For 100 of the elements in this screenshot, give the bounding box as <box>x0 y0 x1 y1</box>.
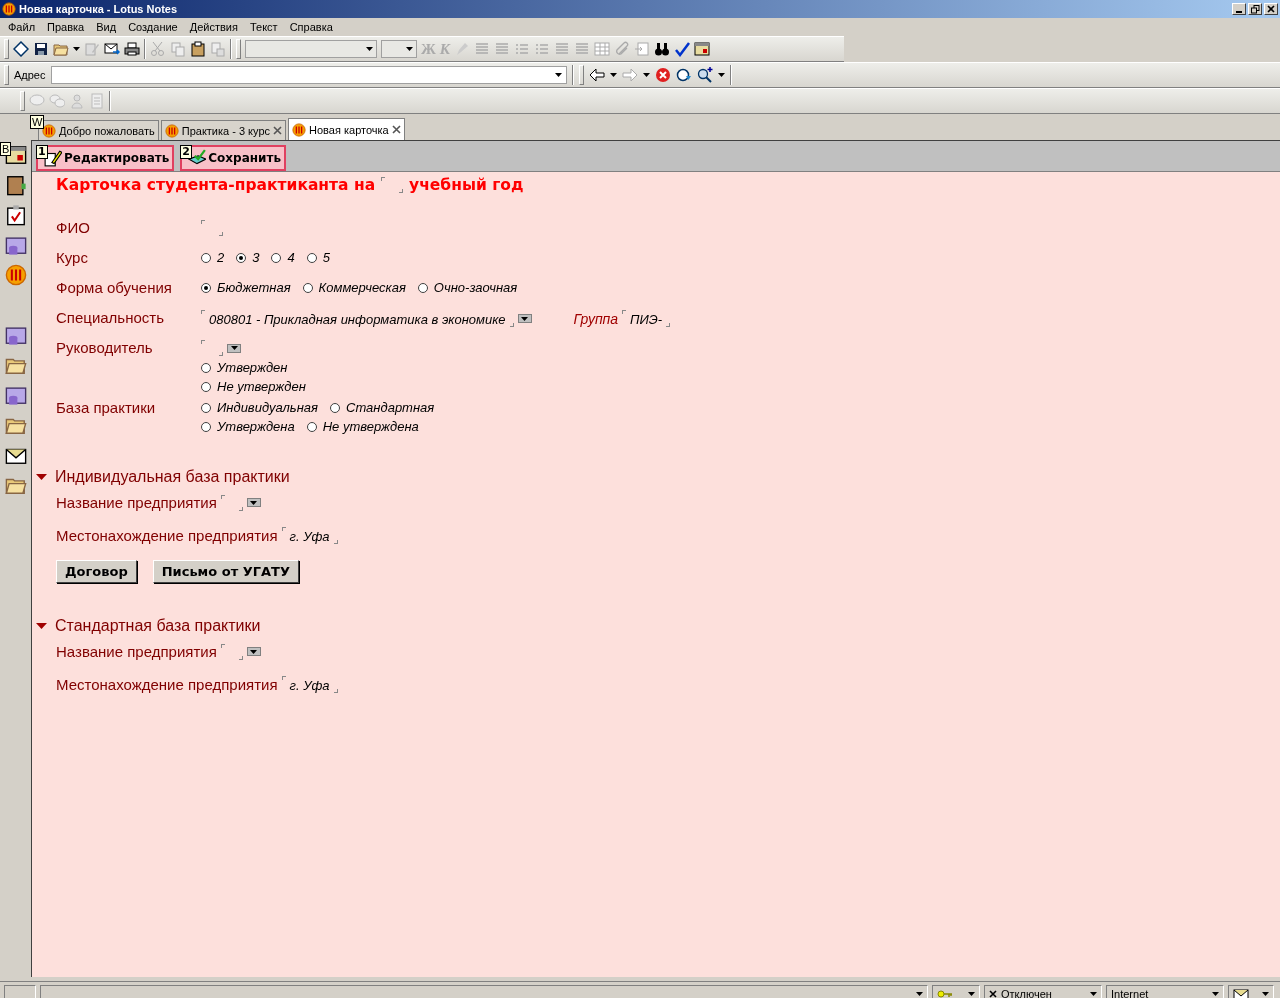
radio-button[interactable] <box>201 282 211 293</box>
menu-item[interactable]: Файл <box>2 21 42 33</box>
mail-icon[interactable] <box>104 41 120 57</box>
close-icon <box>1267 5 1275 13</box>
input-field[interactable]: ПИЭ- <box>622 310 671 327</box>
caret-icon[interactable] <box>250 649 258 654</box>
calendar-icon[interactable] <box>4 144 27 166</box>
form-title: учебный год <box>409 176 524 194</box>
refresh-icon[interactable] <box>675 67 692 83</box>
expanded-triangle-icon[interactable] <box>36 622 47 630</box>
form-button[interactable]: Письмо от УГАТУ <box>152 560 299 583</box>
book-icon[interactable] <box>4 174 27 196</box>
radio-button[interactable] <box>201 402 211 413</box>
radio-button[interactable] <box>417 282 428 293</box>
printer-icon[interactable] <box>124 41 140 57</box>
folder-icon[interactable] <box>53 41 69 57</box>
caret-icon[interactable] <box>554 73 562 77</box>
close-button[interactable] <box>1264 3 1278 15</box>
option-label: Коммерческая <box>318 280 406 295</box>
dropdown-button[interactable] <box>517 314 532 323</box>
paperclip-icon[interactable] <box>614 41 631 57</box>
magnifier-icon[interactable] <box>696 67 713 83</box>
size-combo[interactable] <box>381 40 417 58</box>
address-field[interactable] <box>50 66 567 84</box>
input-field[interactable]: 080801 - Прикладная информатика в экономике <box>201 310 514 327</box>
menu-item[interactable]: Создание <box>122 21 184 33</box>
option-label: Не утвержден <box>217 379 306 394</box>
caret-icon[interactable] <box>916 992 923 996</box>
hotkey-badge: W <box>30 115 45 129</box>
option-label: 4 <box>287 250 295 265</box>
dropdown-button[interactable] <box>246 498 261 507</box>
book-check-icon[interactable] <box>188 149 207 167</box>
caret-icon[interactable] <box>521 316 529 321</box>
location-status: Internet <box>1111 988 1149 998</box>
hotkey-badge: 1 <box>36 145 48 159</box>
menu-item[interactable]: Правка <box>41 21 91 33</box>
connection-panel[interactable]: Отключен <box>984 985 1102 998</box>
location-panel[interactable]: Internet <box>1106 985 1224 998</box>
menu-item[interactable]: Вид <box>90 21 123 33</box>
radio-button[interactable] <box>201 421 211 432</box>
radio-button[interactable] <box>306 421 317 432</box>
minimize-button[interactable] <box>1232 3 1246 15</box>
form-button[interactable]: Договор <box>56 560 137 583</box>
database-icon[interactable] <box>4 234 27 256</box>
option-label: 3 <box>252 250 260 265</box>
section-title[interactable]: Стандартная база практики <box>55 617 261 635</box>
caret-icon[interactable] <box>406 47 413 51</box>
save-icon[interactable] <box>33 41 49 57</box>
caret-icon[interactable] <box>1212 992 1219 996</box>
radio-button[interactable] <box>201 252 211 263</box>
option-label: Утвержден <box>217 360 288 375</box>
menu-item[interactable]: Текст <box>243 21 284 33</box>
diamond-icon[interactable] <box>13 41 29 57</box>
caret-icon[interactable] <box>1262 992 1269 996</box>
action-button[interactable]: 2 Сохранить <box>180 145 287 171</box>
database-icon[interactable] <box>4 324 27 346</box>
restore-button[interactable] <box>1248 3 1262 15</box>
connection-status: Отключен <box>1001 988 1052 998</box>
tab[interactable]: Практика - 3 курс <box>160 120 287 140</box>
radio-button[interactable] <box>306 252 317 263</box>
menu-item[interactable]: Справка <box>283 21 339 33</box>
caret-icon[interactable] <box>250 500 258 505</box>
radio-button[interactable] <box>302 282 313 293</box>
stop-icon[interactable] <box>654 67 671 83</box>
caret-icon[interactable] <box>642 73 650 77</box>
input-field[interactable]: г. Уфа <box>281 676 338 693</box>
caret-icon[interactable] <box>73 47 80 51</box>
input-field[interactable]: г. Уфа <box>281 527 338 544</box>
clipboard-icon[interactable] <box>190 41 206 57</box>
mail-panel[interactable] <box>1228 985 1274 998</box>
radio-button[interactable] <box>330 402 340 413</box>
section-title[interactable]: Индивидуальная база практики <box>55 468 290 486</box>
logo-icon[interactable] <box>2 2 16 16</box>
back-arrow-icon[interactable] <box>588 67 605 83</box>
caret-icon[interactable] <box>366 47 373 51</box>
caret-icon[interactable] <box>609 73 617 77</box>
close-icon[interactable] <box>391 125 401 134</box>
spellcheck-icon[interactable] <box>674 41 691 57</box>
expanded-triangle-icon[interactable] <box>36 473 47 481</box>
option-label: Индивидуальная <box>217 400 318 415</box>
database-icon[interactable] <box>4 384 27 406</box>
radio-button[interactable] <box>236 252 247 263</box>
caret-icon[interactable] <box>717 73 725 77</box>
close-icon[interactable] <box>273 126 283 135</box>
radio-button[interactable] <box>201 362 211 373</box>
security-panel[interactable] <box>932 985 980 998</box>
action-button[interactable]: 1 Редактировать <box>36 145 175 171</box>
radio-button[interactable] <box>271 252 282 263</box>
pencil-icon[interactable] <box>44 149 62 167</box>
checklist-icon[interactable] <box>4 204 27 226</box>
caret-icon[interactable] <box>1090 992 1097 996</box>
dropdown-button[interactable] <box>246 647 261 656</box>
envelope-icon[interactable] <box>1233 986 1249 998</box>
logo-icon[interactable] <box>42 123 56 138</box>
field-label: Название предприятия <box>56 494 217 511</box>
tab[interactable]: Новая карточка <box>288 118 405 140</box>
caret-icon[interactable] <box>968 992 975 996</box>
radio-button[interactable] <box>201 381 211 392</box>
binoculars-icon[interactable] <box>654 41 671 57</box>
menu-item[interactable]: Действия <box>183 21 244 33</box>
